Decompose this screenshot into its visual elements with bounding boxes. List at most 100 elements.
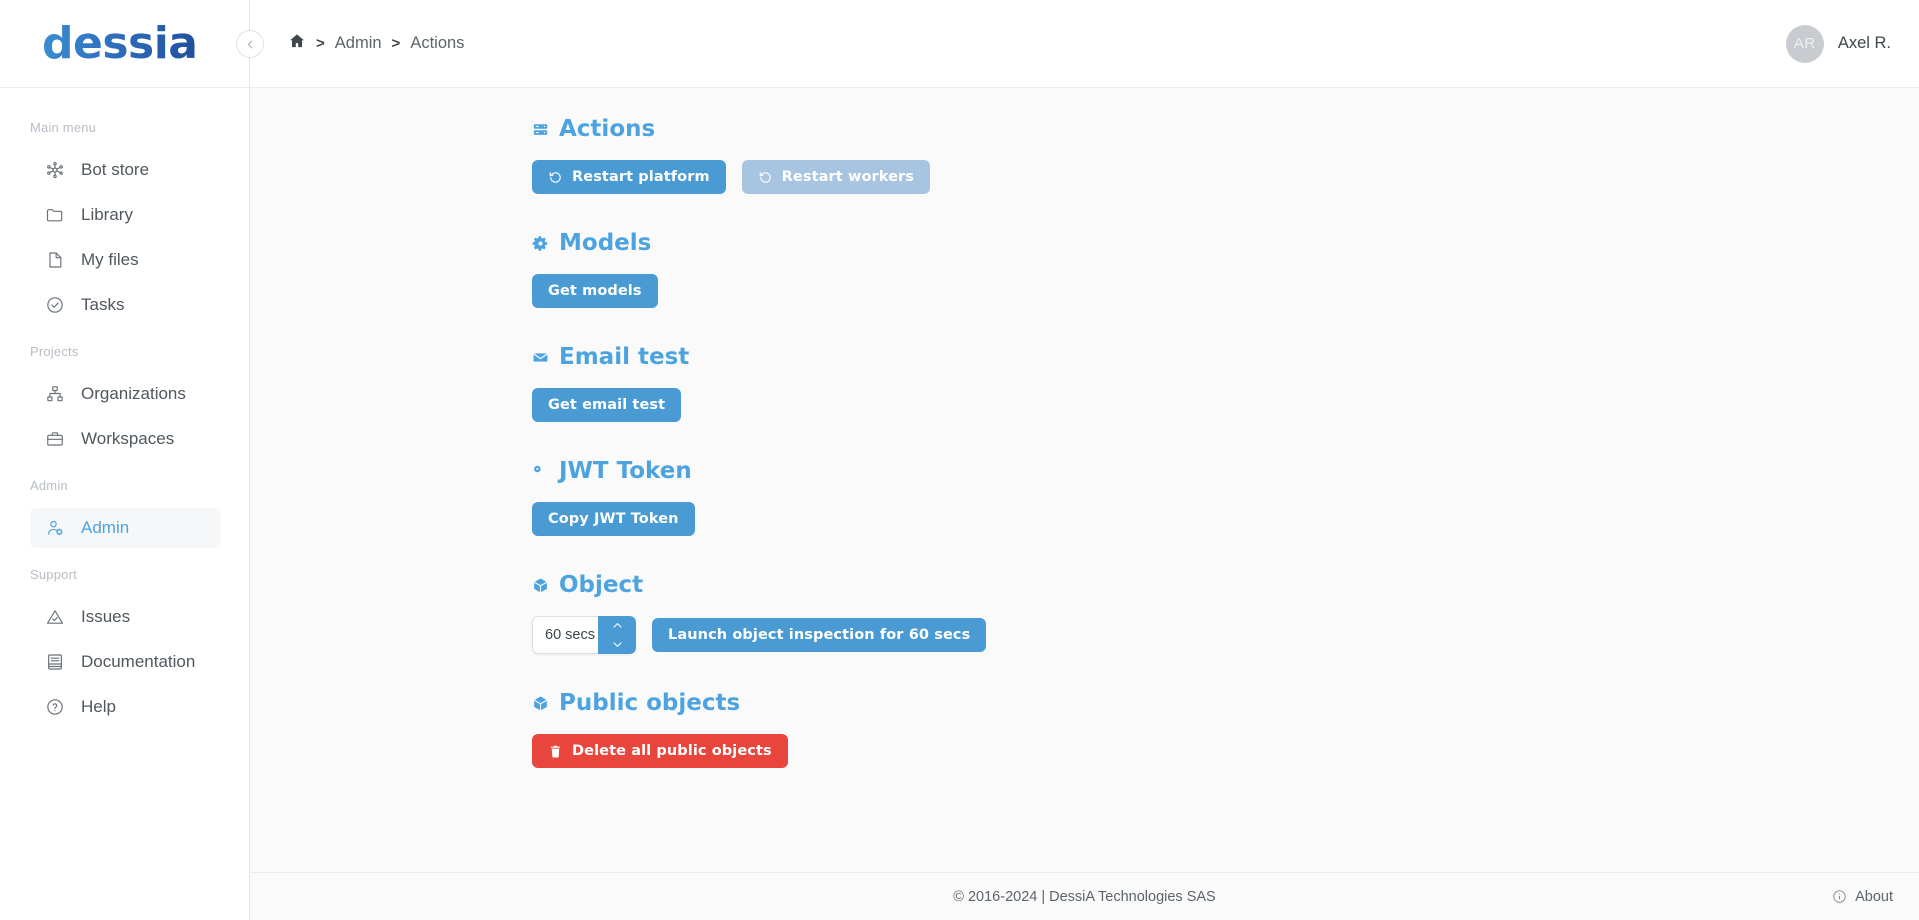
sidebar-section-support-label: Support bbox=[30, 567, 77, 582]
section-heading-text: Email test bbox=[559, 344, 690, 370]
email-test-button-row: Get email test bbox=[532, 388, 1919, 422]
rotate-ccw-icon bbox=[759, 171, 771, 183]
sidebar-item-tasks[interactable]: Tasks bbox=[30, 285, 221, 325]
breadcrumb-separator: > bbox=[391, 35, 401, 52]
section-title-actions: Actions bbox=[532, 116, 1919, 142]
chevron-down-icon bbox=[612, 642, 622, 647]
sidebar-item-organizations[interactable]: Organizations bbox=[30, 374, 221, 414]
section-title-jwt-token: JWT Token bbox=[532, 458, 1919, 484]
sidebar-item-label: Organizations bbox=[81, 384, 186, 403]
chevron-up-icon bbox=[612, 623, 622, 628]
sidebar-item-label: Issues bbox=[81, 607, 131, 626]
chevron-left-icon bbox=[247, 40, 252, 48]
sidebar-item-label: Tasks bbox=[81, 295, 125, 314]
home-icon[interactable] bbox=[288, 32, 306, 55]
get-models-button[interactable]: Get models bbox=[532, 274, 658, 308]
breadcrumb: > Admin > Actions bbox=[288, 32, 464, 55]
sidebar-collapse-toggle[interactable] bbox=[236, 30, 264, 58]
topbar: > Admin > Actions AR Axel R. bbox=[236, 0, 1919, 88]
sidebar-item-documentation[interactable]: Documentation bbox=[30, 642, 221, 682]
cube-icon bbox=[532, 577, 549, 594]
alert-triangle-icon bbox=[44, 607, 65, 628]
restart-workers-button[interactable]: Restart workers bbox=[741, 160, 931, 194]
public-objects-button-row: Delete all public objects bbox=[532, 734, 1919, 768]
get-email-test-button[interactable]: Get email test bbox=[532, 388, 682, 422]
section-heading-text: Object bbox=[559, 572, 644, 598]
section-heading-text: Models bbox=[559, 230, 652, 256]
stepper-increment-button[interactable] bbox=[598, 616, 636, 635]
actions-button-row: Restart platform Restart workers bbox=[532, 160, 1919, 194]
sidebar-item-workspaces[interactable]: Workspaces bbox=[30, 419, 221, 459]
sidebar-item-my-files[interactable]: My files bbox=[30, 240, 221, 280]
section-title-object: Object bbox=[532, 572, 1919, 598]
sidebar-item-issues[interactable]: Issues bbox=[30, 597, 221, 637]
bot-store-icon bbox=[44, 160, 65, 181]
sidebar-item-help[interactable]: Help bbox=[30, 687, 221, 727]
sidebar-item-label: Documentation bbox=[81, 652, 196, 671]
stepper-decrement-button[interactable] bbox=[598, 635, 636, 654]
dessia-logo[interactable]: dessia bbox=[42, 21, 198, 66]
sidebar-item-label: My files bbox=[81, 250, 139, 269]
section-object: Object 60 secs Launch object inspection … bbox=[532, 572, 1919, 654]
breadcrumb-separator: > bbox=[316, 35, 325, 52]
footer-copyright: © 2016-2024 | DessiA Technologies SAS bbox=[953, 888, 1216, 905]
folder-icon bbox=[44, 205, 65, 226]
org-chart-icon bbox=[44, 384, 65, 405]
sidebar-section-main-menu-label: Main menu bbox=[30, 120, 97, 135]
delete-all-public-objects-button[interactable]: Delete all public objects bbox=[532, 734, 788, 768]
models-button-row: Get models bbox=[532, 274, 1919, 308]
file-icon bbox=[44, 250, 65, 271]
section-actions: Actions Restart platform Restart workers bbox=[532, 116, 1919, 194]
main-area: > Admin > Actions AR Axel R. Actions Res… bbox=[236, 0, 1919, 920]
section-heading-text: Public objects bbox=[559, 690, 741, 716]
copy-jwt-token-button[interactable]: Copy JWT Token bbox=[532, 502, 695, 536]
footer: © 2016-2024 | DessiA Technologies SAS Ab… bbox=[250, 872, 1919, 920]
user-gear-icon bbox=[44, 518, 65, 539]
breadcrumb-item-admin[interactable]: Admin bbox=[335, 34, 382, 53]
book-icon bbox=[44, 652, 65, 673]
check-circle-icon bbox=[44, 295, 65, 316]
button-label: Get email test bbox=[548, 397, 666, 413]
app-root: dessia Main menu Bot store Library My fi… bbox=[0, 0, 1919, 920]
question-circle-icon bbox=[44, 697, 65, 718]
sidebar-section-admin-label: Admin bbox=[30, 478, 68, 493]
avatar: AR bbox=[1785, 24, 1824, 63]
content-area: Actions Restart platform Restart workers bbox=[250, 88, 1919, 872]
sidebar-section-projects-label: Projects bbox=[30, 344, 79, 359]
jwt-button-row: Copy JWT Token bbox=[532, 502, 1919, 536]
section-models: Models Get models bbox=[532, 230, 1919, 308]
restart-platform-button[interactable]: Restart platform bbox=[532, 160, 726, 194]
user-menu[interactable]: AR Axel R. bbox=[1785, 24, 1891, 63]
breadcrumb-item-actions[interactable]: Actions bbox=[410, 34, 464, 53]
info-icon bbox=[1833, 890, 1846, 903]
user-name: Axel R. bbox=[1837, 34, 1891, 52]
stepper-arrows bbox=[598, 616, 636, 654]
about-link[interactable]: About bbox=[1832, 889, 1893, 905]
rotate-ccw-icon bbox=[549, 171, 561, 183]
button-label: Copy JWT Token bbox=[548, 511, 679, 527]
section-title-models: Models bbox=[532, 230, 1919, 256]
section-title-email-test: Email test bbox=[532, 344, 1919, 370]
sidebar-item-admin[interactable]: Admin bbox=[30, 508, 221, 548]
button-label: Delete all public objects bbox=[572, 743, 772, 759]
cube-icon bbox=[532, 695, 549, 712]
section-title-public-objects: Public objects bbox=[532, 690, 1919, 716]
brand-header: dessia bbox=[0, 0, 249, 88]
key-icon bbox=[532, 463, 549, 480]
sidebar-item-library[interactable]: Library bbox=[30, 195, 221, 235]
sidebar-item-label: Library bbox=[81, 205, 133, 224]
inspection-duration-stepper[interactable] bbox=[532, 616, 636, 654]
launch-object-inspection-button[interactable]: Launch object inspection for 60 secs bbox=[652, 618, 987, 652]
inspection-duration-input[interactable] bbox=[532, 616, 598, 654]
sidebar-nav: Main menu Bot store Library My files Tas… bbox=[0, 88, 249, 732]
server-icon bbox=[532, 121, 549, 138]
sidebar-item-label: Admin bbox=[81, 518, 130, 537]
sidebar-item-bot-store[interactable]: Bot store bbox=[30, 150, 221, 190]
envelope-icon bbox=[532, 349, 549, 366]
button-label: Restart platform bbox=[572, 169, 710, 185]
section-public-objects: Public objects Delete all public objects bbox=[532, 690, 1919, 768]
